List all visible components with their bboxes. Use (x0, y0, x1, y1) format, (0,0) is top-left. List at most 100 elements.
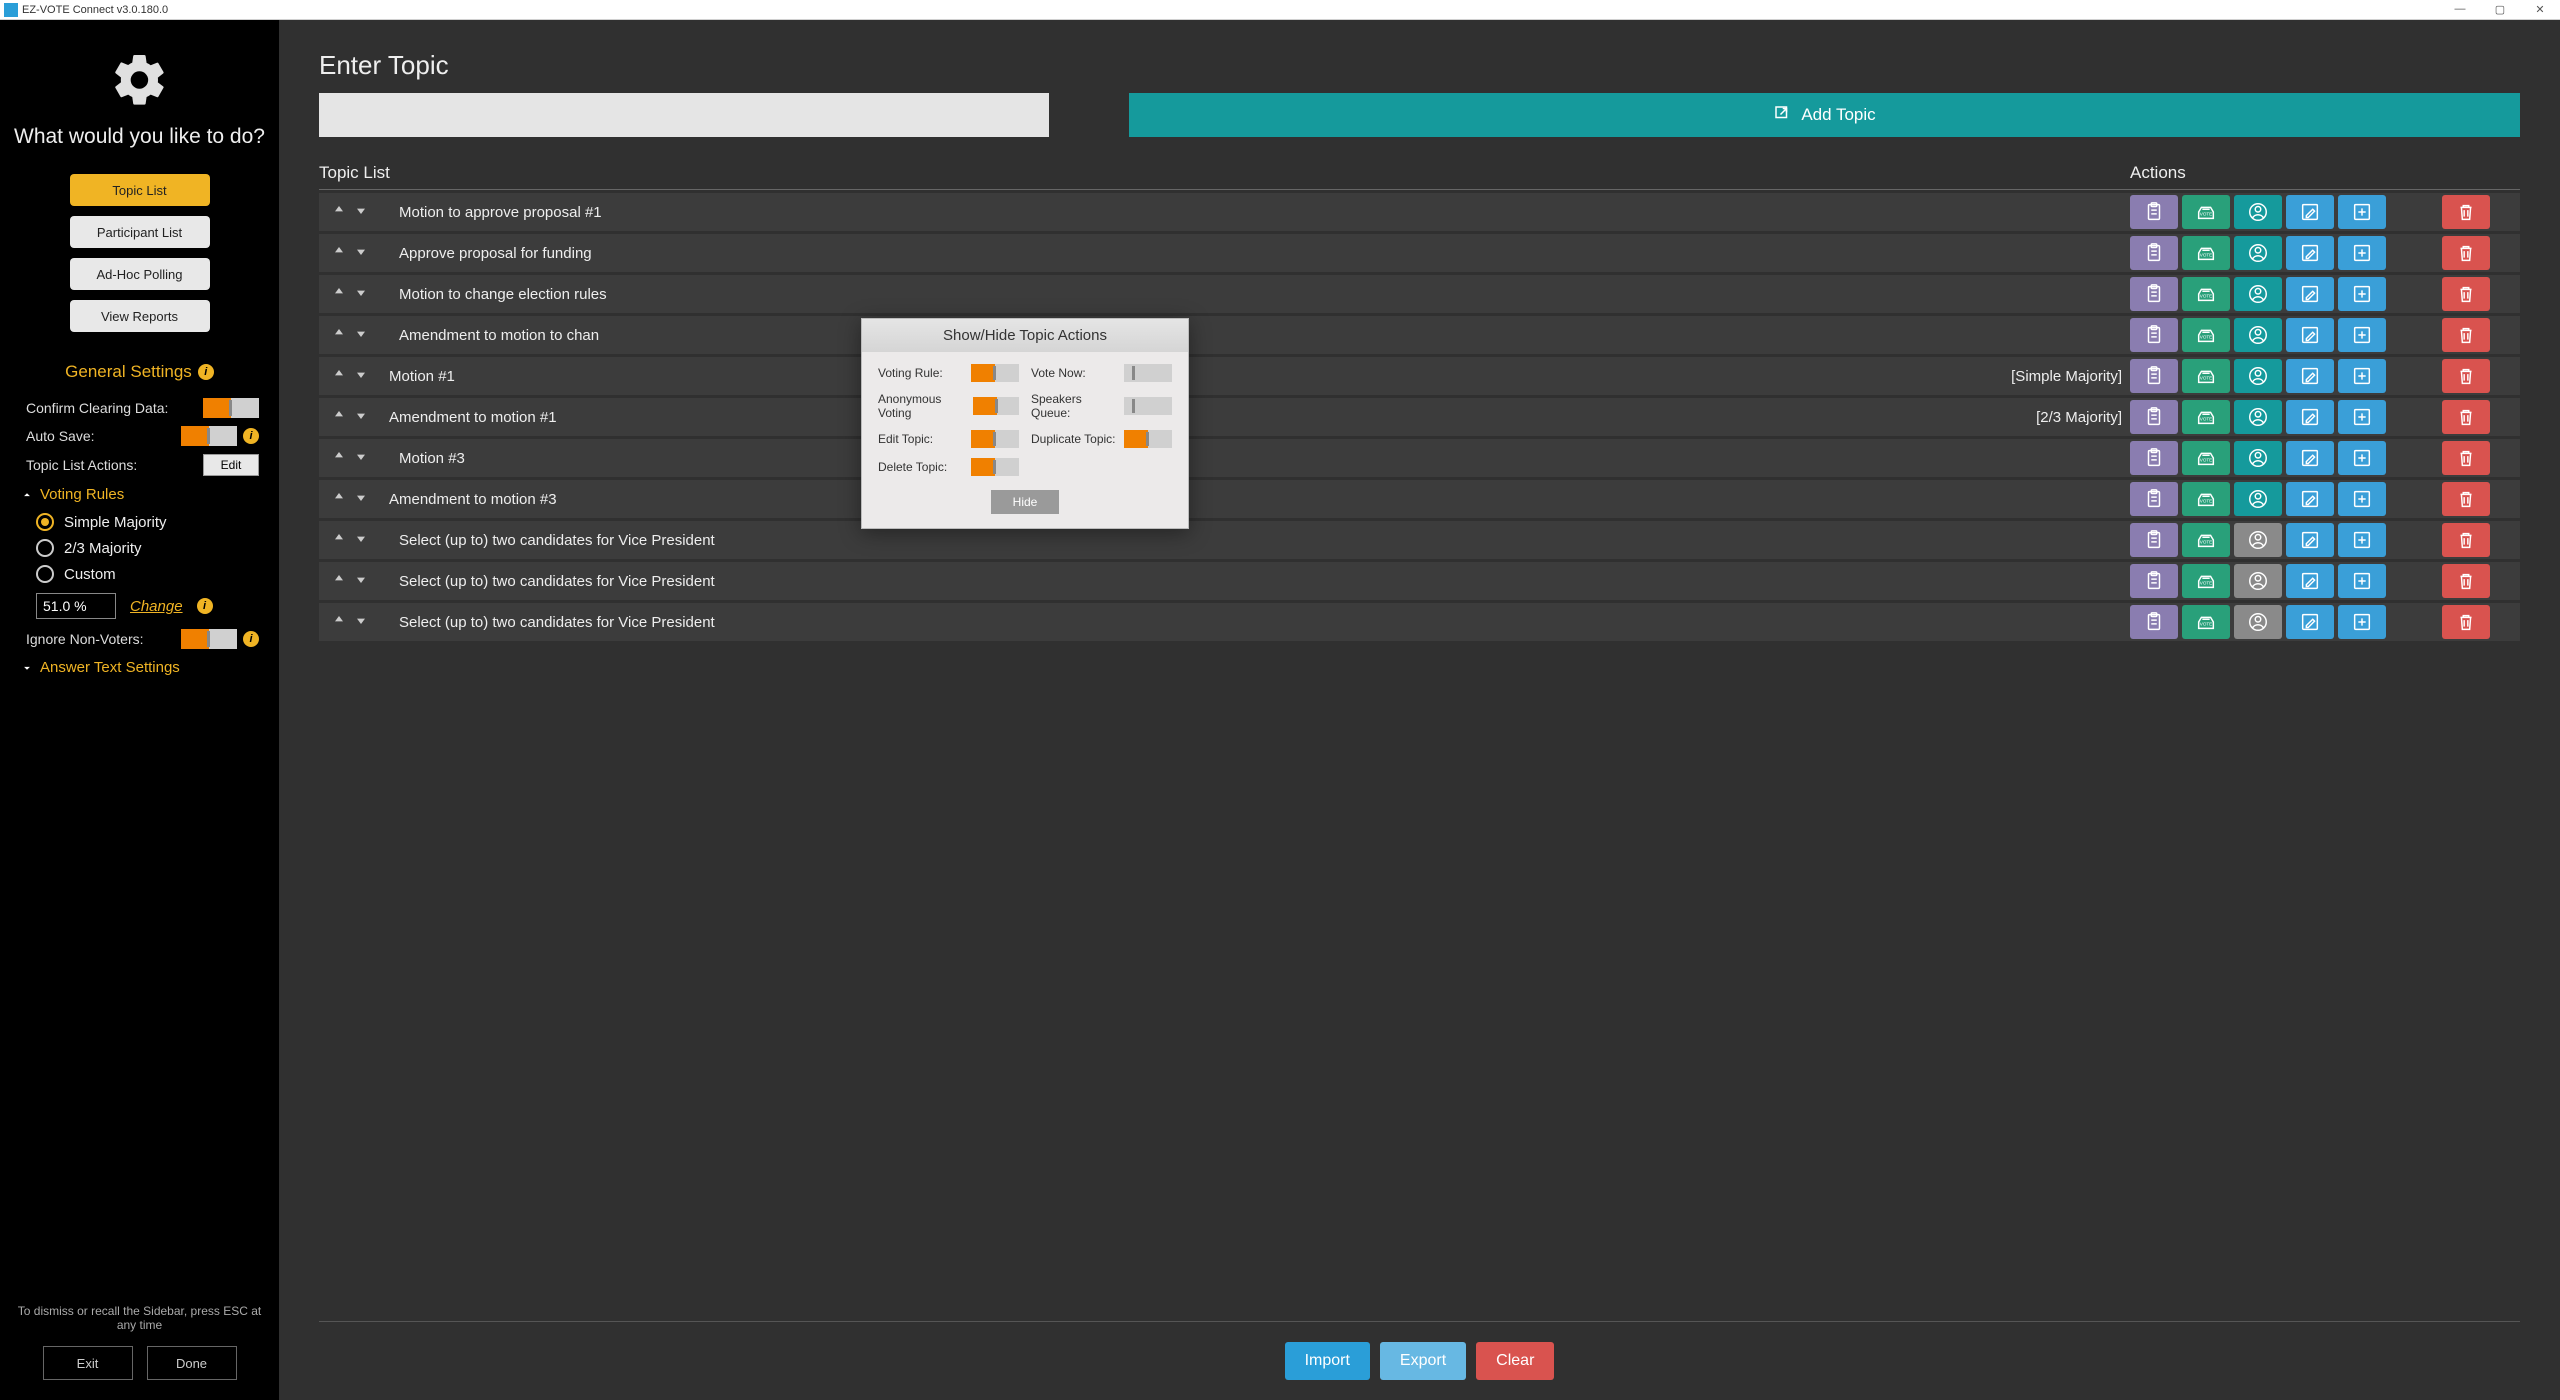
info-icon[interactable]: i (243, 428, 259, 444)
action-voting-rule[interactable] (2130, 359, 2178, 393)
nav-adhoc-polling[interactable]: Ad-Hoc Polling (70, 258, 210, 290)
action-delete-topic[interactable] (2442, 195, 2490, 229)
action-edit-topic[interactable] (2286, 236, 2334, 270)
voting-rules-heading[interactable]: Voting Rules (10, 480, 269, 509)
action-speakers-queue[interactable] (2234, 441, 2282, 475)
radio-simple-majority[interactable]: Simple Majority (10, 509, 269, 535)
action-vote-now[interactable]: VOTE (2182, 400, 2230, 434)
action-voting-rule[interactable] (2130, 564, 2178, 598)
action-edit-topic[interactable] (2286, 605, 2334, 639)
move-up-icon[interactable] (331, 366, 347, 387)
nav-topic-list[interactable]: Topic List (70, 174, 210, 206)
action-duplicate-topic[interactable] (2338, 564, 2386, 598)
answer-text-settings-heading[interactable]: Answer Text Settings (10, 653, 269, 682)
action-duplicate-topic[interactable] (2338, 400, 2386, 434)
action-delete-topic[interactable] (2442, 523, 2490, 557)
action-duplicate-topic[interactable] (2338, 359, 2386, 393)
action-voting-rule[interactable] (2130, 482, 2178, 516)
action-vote-now[interactable]: VOTE (2182, 564, 2230, 598)
radio-two-thirds[interactable]: 2/3 Majority (10, 535, 269, 561)
toggle-delete-topic[interactable] (971, 458, 1019, 476)
action-vote-now[interactable]: VOTE (2182, 277, 2230, 311)
move-up-icon[interactable] (331, 325, 347, 346)
custom-percent-input[interactable] (36, 593, 116, 619)
action-speakers-queue[interactable] (2234, 400, 2282, 434)
move-down-icon[interactable] (353, 202, 369, 223)
done-button[interactable]: Done (147, 1346, 237, 1380)
action-vote-now[interactable]: VOTE (2182, 605, 2230, 639)
toggle-speakers-queue[interactable] (1124, 397, 1172, 415)
toggle-edit-topic[interactable] (971, 430, 1019, 448)
exit-button[interactable]: Exit (43, 1346, 133, 1380)
move-down-icon[interactable] (353, 284, 369, 305)
action-duplicate-topic[interactable] (2338, 277, 2386, 311)
window-close[interactable]: ✕ (2520, 3, 2560, 16)
move-down-icon[interactable] (353, 407, 369, 428)
action-vote-now[interactable]: VOTE (2182, 236, 2230, 270)
move-up-icon[interactable] (331, 530, 347, 551)
action-edit-topic[interactable] (2286, 523, 2334, 557)
action-voting-rule[interactable] (2130, 605, 2178, 639)
action-speakers-queue[interactable] (2234, 482, 2282, 516)
action-delete-topic[interactable] (2442, 482, 2490, 516)
action-edit-topic[interactable] (2286, 400, 2334, 434)
move-up-icon[interactable] (331, 571, 347, 592)
toggle-duplicate-topic[interactable] (1124, 430, 1172, 448)
action-delete-topic[interactable] (2442, 441, 2490, 475)
action-edit-topic[interactable] (2286, 318, 2334, 352)
action-vote-now[interactable]: VOTE (2182, 482, 2230, 516)
move-up-icon[interactable] (331, 284, 347, 305)
action-delete-topic[interactable] (2442, 605, 2490, 639)
toggle-ignore-non-voters[interactable] (181, 629, 237, 649)
action-speakers-queue[interactable] (2234, 277, 2282, 311)
action-vote-now[interactable]: VOTE (2182, 318, 2230, 352)
info-icon[interactable]: i (243, 631, 259, 647)
action-delete-topic[interactable] (2442, 277, 2490, 311)
move-up-icon[interactable] (331, 243, 347, 264)
action-delete-topic[interactable] (2442, 564, 2490, 598)
action-duplicate-topic[interactable] (2338, 482, 2386, 516)
toggle-vote-now[interactable] (1124, 364, 1172, 382)
move-down-icon[interactable] (353, 530, 369, 551)
action-speakers-queue[interactable] (2234, 236, 2282, 270)
toggle-confirm-clearing[interactable] (203, 398, 259, 418)
action-vote-now[interactable]: VOTE (2182, 441, 2230, 475)
action-edit-topic[interactable] (2286, 277, 2334, 311)
window-minimize[interactable]: — (2440, 3, 2480, 16)
move-down-icon[interactable] (353, 612, 369, 633)
move-up-icon[interactable] (331, 448, 347, 469)
nav-view-reports[interactable]: View Reports (70, 300, 210, 332)
action-vote-now[interactable]: VOTE (2182, 523, 2230, 557)
move-down-icon[interactable] (353, 325, 369, 346)
action-duplicate-topic[interactable] (2338, 236, 2386, 270)
action-edit-topic[interactable] (2286, 195, 2334, 229)
action-vote-now[interactable]: VOTE (2182, 359, 2230, 393)
action-duplicate-topic[interactable] (2338, 605, 2386, 639)
clear-button[interactable]: Clear (1476, 1342, 1554, 1380)
action-delete-topic[interactable] (2442, 400, 2490, 434)
change-link[interactable]: Change (130, 598, 183, 615)
action-voting-rule[interactable] (2130, 400, 2178, 434)
action-voting-rule[interactable] (2130, 277, 2178, 311)
action-edit-topic[interactable] (2286, 564, 2334, 598)
export-button[interactable]: Export (1380, 1342, 1466, 1380)
action-vote-now[interactable]: VOTE (2182, 195, 2230, 229)
action-voting-rule[interactable] (2130, 236, 2178, 270)
toggle-auto-save[interactable] (181, 426, 237, 446)
action-duplicate-topic[interactable] (2338, 441, 2386, 475)
toggle-voting-rule[interactable] (971, 364, 1019, 382)
action-duplicate-topic[interactable] (2338, 195, 2386, 229)
action-speakers-queue[interactable] (2234, 564, 2282, 598)
action-delete-topic[interactable] (2442, 236, 2490, 270)
action-duplicate-topic[interactable] (2338, 318, 2386, 352)
move-down-icon[interactable] (353, 243, 369, 264)
move-up-icon[interactable] (331, 612, 347, 633)
action-voting-rule[interactable] (2130, 318, 2178, 352)
add-topic-button[interactable]: Add Topic (1129, 93, 2520, 137)
action-speakers-queue[interactable] (2234, 359, 2282, 393)
move-up-icon[interactable] (331, 202, 347, 223)
action-edit-topic[interactable] (2286, 359, 2334, 393)
action-speakers-queue[interactable] (2234, 605, 2282, 639)
move-up-icon[interactable] (331, 489, 347, 510)
move-down-icon[interactable] (353, 448, 369, 469)
